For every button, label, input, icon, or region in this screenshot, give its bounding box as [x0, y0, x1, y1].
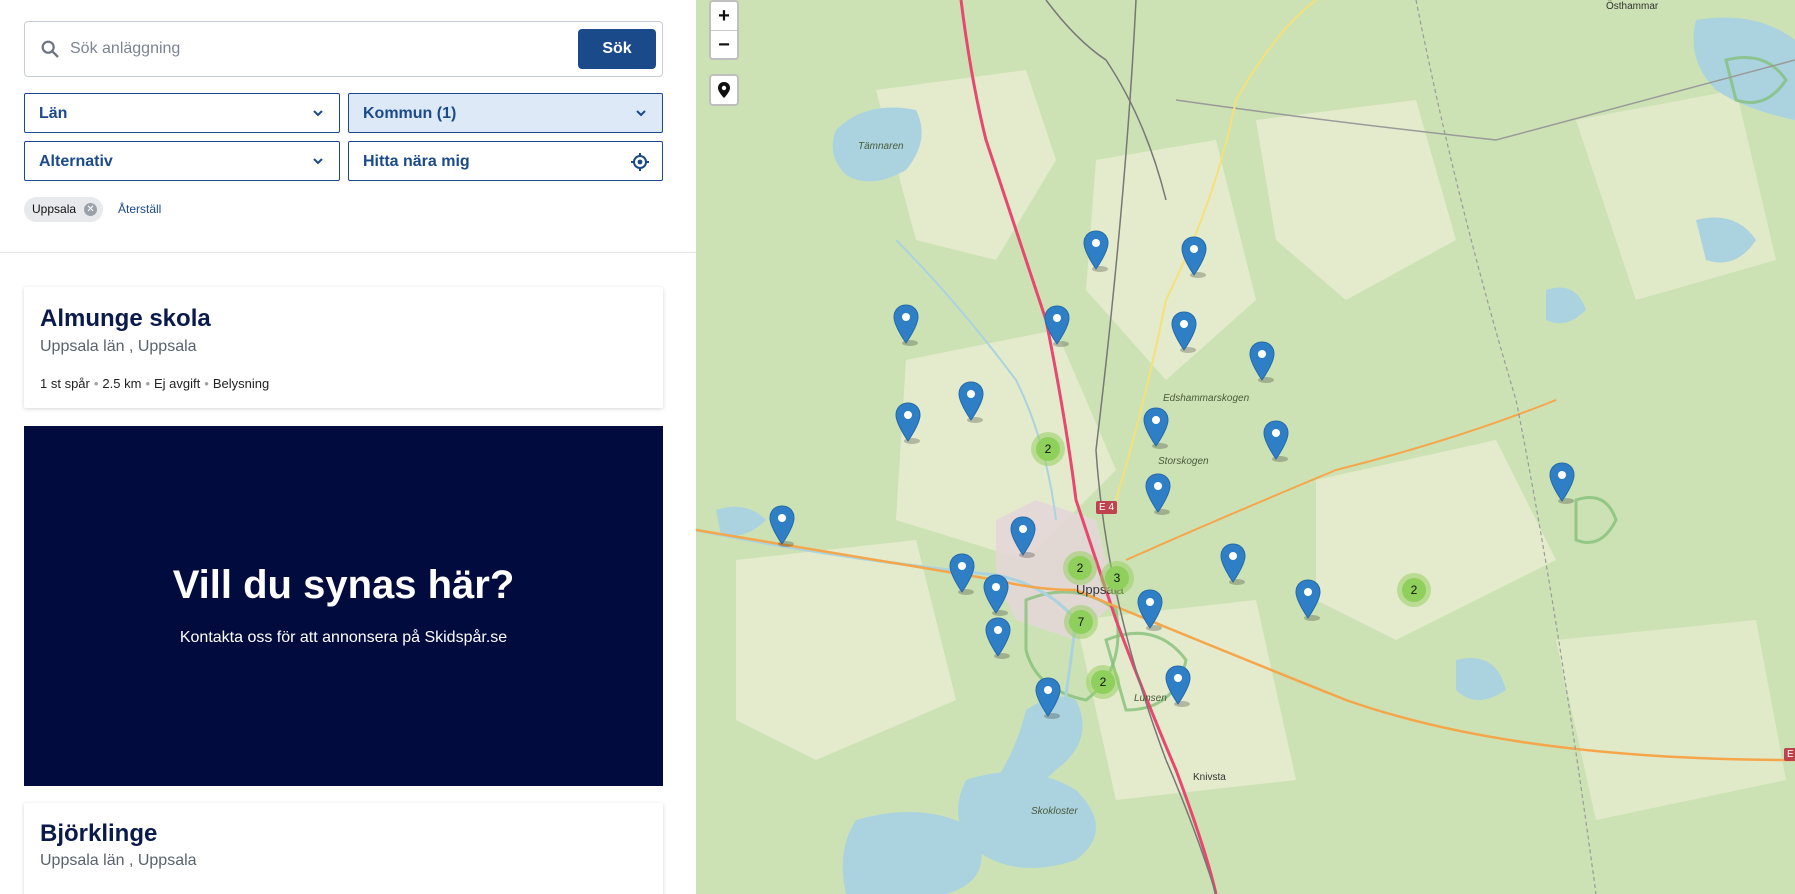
map-marker-pin[interactable] — [1219, 543, 1247, 585]
map-marker-pin[interactable] — [1034, 677, 1062, 719]
cluster-count: 2 — [1036, 437, 1060, 461]
map-label-skokloster: Skokloster — [1031, 806, 1078, 817]
alternativ-select[interactable]: Alternativ — [24, 141, 340, 181]
map[interactable]: Tämnaren Östhammar Edshammarskogen Stors… — [696, 0, 1795, 894]
map-marker-pin[interactable] — [1170, 311, 1198, 353]
zoom-control: + − — [709, 0, 739, 60]
result-tracks: 1 st spår — [40, 376, 90, 391]
map-label-osthammar: Östhammar — [1606, 1, 1659, 12]
map-marker-pin[interactable] — [892, 304, 920, 346]
road-label-e: E — [1784, 748, 1795, 761]
map-label-edshammarskogen: Edshammarskogen — [1163, 393, 1250, 404]
map-cluster[interactable]: 2 — [1031, 432, 1065, 466]
ad-heading: Vill du synas här? — [172, 563, 515, 607]
result-card[interactable]: Almunge skola Uppsala län , Uppsala 1 st… — [24, 287, 663, 408]
map-cluster[interactable]: 2 — [1086, 665, 1120, 699]
search-button[interactable]: Sök — [578, 29, 656, 69]
map-marker-pin[interactable] — [948, 553, 976, 595]
lan-select[interactable]: Län — [24, 93, 340, 133]
result-location: Uppsala län , Uppsala — [40, 338, 197, 355]
result-title: Almunge skola — [40, 305, 211, 332]
cluster-count: 7 — [1069, 610, 1093, 634]
map-cluster[interactable]: 2 — [1397, 573, 1431, 607]
cluster-count: 2 — [1402, 578, 1426, 602]
map-marker-pin[interactable] — [1262, 420, 1290, 462]
map-label-knivsta: Knivsta — [1193, 772, 1226, 783]
search-box: Sök — [24, 21, 663, 77]
result-fee: Ej avgift — [154, 376, 201, 391]
result-length: 2.5 km — [102, 376, 142, 391]
near-me-button[interactable]: Hitta nära mig — [348, 141, 663, 181]
locate-target-icon — [631, 153, 649, 171]
map-marker-pin[interactable] — [1164, 665, 1192, 707]
cluster-count: 3 — [1105, 566, 1129, 590]
map-marker-pin[interactable] — [1136, 589, 1164, 631]
near-me-label: Hitta nära mig — [363, 153, 470, 170]
results-panel: Sök Län Kommun (1) Alternativ Hitta nära… — [0, 0, 696, 894]
ad-banner[interactable]: Vill du synas här? Kontakta oss för att … — [24, 426, 663, 786]
result-meta: 1 st spår • 2.5 km • Ej avgift • Belysning — [40, 376, 270, 391]
result-card[interactable]: Björklinge Uppsala län , Uppsala — [24, 803, 663, 894]
road-label-e4: E 4 — [1096, 501, 1118, 514]
chevron-down-icon — [313, 110, 323, 117]
map-marker-pin[interactable] — [894, 402, 922, 444]
ad-text: Kontakta oss för att annonsera på Skidsp… — [179, 629, 508, 646]
zoom-in-button[interactable]: + — [711, 2, 737, 30]
result-title: Björklinge — [40, 820, 158, 847]
remove-tag-icon[interactable]: ✕ — [84, 203, 98, 216]
lan-select-label: Län — [39, 105, 68, 122]
map-marker-pin[interactable] — [1548, 462, 1576, 504]
active-filter-tag: Uppsala ✕ — [24, 197, 104, 222]
locate-control — [709, 74, 739, 106]
map-marker-pin[interactable] — [984, 617, 1012, 659]
map-base-layer — [696, 0, 1795, 894]
alternativ-select-label: Alternativ — [39, 153, 113, 170]
map-cluster[interactable]: 3 — [1100, 561, 1134, 595]
zoom-out-button[interactable]: − — [711, 30, 737, 58]
map-marker-pin[interactable] — [1294, 579, 1322, 621]
map-marker-pin[interactable] — [1144, 473, 1172, 515]
map-marker-pin[interactable] — [768, 505, 796, 547]
map-marker-pin[interactable] — [1082, 230, 1110, 272]
map-marker-pin[interactable] — [1180, 236, 1208, 278]
cluster-count: 2 — [1091, 670, 1115, 694]
chevron-down-icon — [313, 158, 323, 165]
locate-me-button[interactable] — [711, 76, 737, 104]
map-cluster[interactable]: 2 — [1063, 551, 1097, 585]
result-location: Uppsala län , Uppsala — [40, 852, 197, 869]
map-label-tamnaren: Tämnaren — [858, 141, 904, 152]
map-marker-pin[interactable] — [957, 381, 985, 423]
chevron-down-icon — [636, 110, 646, 117]
map-cluster[interactable]: 7 — [1064, 605, 1098, 639]
kommun-select[interactable]: Kommun (1) — [348, 93, 663, 133]
reset-filters-link[interactable]: Återställ — [118, 202, 161, 216]
search-icon — [41, 40, 59, 58]
active-filter-tag-label: Uppsala — [32, 202, 77, 216]
location-pin-icon — [718, 82, 730, 98]
map-marker-pin[interactable] — [1248, 341, 1276, 383]
result-lighting: Belysning — [212, 376, 270, 391]
search-input[interactable] — [70, 31, 590, 67]
map-label-storskogen: Storskogen — [1158, 456, 1209, 467]
divider — [0, 252, 696, 253]
map-label-lunsen: Lunsen — [1134, 693, 1167, 704]
map-marker-pin[interactable] — [1009, 516, 1037, 558]
kommun-select-label: Kommun (1) — [363, 105, 457, 122]
map-marker-pin[interactable] — [1043, 305, 1071, 347]
map-marker-pin[interactable] — [1142, 407, 1170, 449]
cluster-count: 2 — [1068, 556, 1092, 580]
map-marker-pin[interactable] — [982, 574, 1010, 616]
